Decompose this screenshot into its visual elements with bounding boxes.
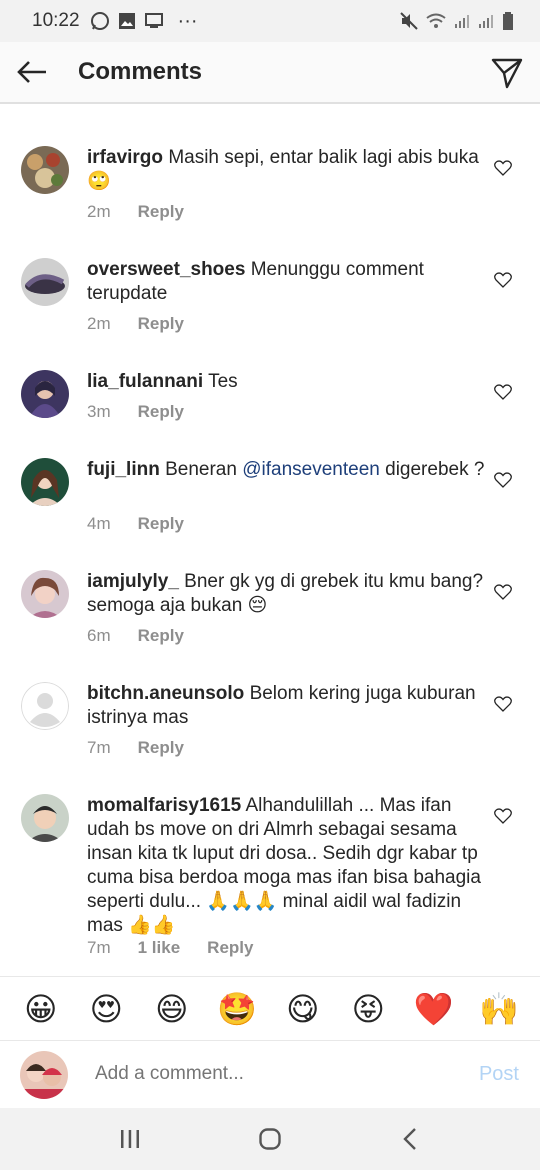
emoji-tongue-button[interactable]: 😝: [348, 990, 388, 1028]
emoji-heart-eyes-button[interactable]: 😍: [86, 990, 126, 1028]
comment-body: oversweet_shoes Menunggu comment terupda…: [87, 258, 487, 306]
chevron-left-icon: [403, 1128, 416, 1150]
like-heart-icon[interactable]: [494, 384, 512, 400]
reply-button[interactable]: Reply: [138, 738, 184, 758]
comment-username[interactable]: fuji_linn: [87, 459, 160, 480]
recent-apps-icon: [121, 1130, 139, 1148]
comment-username[interactable]: iamjulyly_: [87, 571, 179, 592]
comment-username[interactable]: irfavirgo: [87, 147, 163, 168]
page-title: Comments: [78, 58, 203, 85]
arrow-left-icon: [17, 61, 46, 83]
share-button[interactable]: [490, 56, 524, 90]
avatar[interactable]: [21, 794, 69, 842]
comment-username[interactable]: bitchn.aneunsolo: [87, 683, 244, 704]
comment-list[interactable]: irfavirgo Masih sepi, entar balik lagi a…: [0, 106, 540, 976]
screen-icon: [144, 13, 163, 28]
avatar[interactable]: [21, 458, 69, 506]
likes-count[interactable]: 1 like: [138, 938, 181, 958]
emoji-smile-button[interactable]: 😄: [152, 990, 192, 1028]
comment-meta: 6m Reply: [87, 626, 184, 646]
comment-username[interactable]: oversweet_shoes: [87, 259, 245, 280]
comment-meta: 7m 1 like Reply: [87, 938, 253, 958]
status-bar: 10:22 ···: [0, 0, 540, 42]
comment-body: irfavirgo Masih sepi, entar balik lagi a…: [87, 146, 487, 194]
reply-button[interactable]: Reply: [138, 202, 184, 222]
signal-icon: [455, 15, 469, 28]
my-avatar: [20, 1051, 68, 1099]
post-button[interactable]: Post: [479, 1063, 519, 1086]
emoji-red-heart-button[interactable]: ❤️: [414, 990, 454, 1028]
comment-text: Tes: [208, 371, 238, 392]
signal-icon-2: [479, 15, 493, 28]
system-nav-bar: [0, 1108, 540, 1170]
like-heart-icon[interactable]: [494, 696, 512, 712]
comment-time: 3m: [87, 402, 111, 421]
comment-time: 2m: [87, 202, 111, 221]
comment-body: lia_fulannani Tes: [87, 370, 487, 394]
status-time: 10:22: [32, 10, 80, 31]
mute-icon: [400, 12, 418, 30]
comment-username[interactable]: lia_fulannani: [87, 371, 203, 392]
back-nav-button[interactable]: [390, 1119, 430, 1159]
comment-meta: 2m Reply: [87, 202, 184, 222]
comment-meta: 7m Reply: [87, 738, 184, 758]
recent-apps-button[interactable]: [110, 1119, 150, 1159]
mention-link[interactable]: @ifanseventeen: [242, 459, 380, 480]
comment-username[interactable]: momalfarisy1615: [87, 795, 241, 816]
comment-time: 7m: [87, 938, 111, 957]
comments-header: Comments: [0, 42, 540, 104]
gallery-icon: [118, 13, 135, 29]
comment-time: 2m: [87, 314, 111, 333]
emoji-star-struck-button[interactable]: 🤩: [217, 990, 257, 1028]
reply-button[interactable]: Reply: [138, 514, 184, 534]
reply-button[interactable]: Reply: [138, 402, 184, 422]
wifi-icon: [426, 13, 446, 28]
comment-body: iamjulyly_ Bner gk yg di grebek itu kmu …: [87, 570, 487, 618]
comment-time: 4m: [87, 514, 111, 533]
comment-body: momalfarisy1615 Alhandulillah ... Mas if…: [87, 794, 487, 938]
comment-meta: 2m Reply: [87, 314, 184, 334]
comment-text: Alhandulillah ... Mas ifan udah bs move …: [87, 795, 481, 936]
like-heart-icon[interactable]: [494, 272, 512, 288]
avatar[interactable]: [21, 570, 69, 618]
emoji-yum-button[interactable]: 😋: [283, 990, 323, 1028]
like-heart-icon[interactable]: [494, 584, 512, 600]
like-heart-icon[interactable]: [494, 472, 512, 488]
comment-time: 7m: [87, 738, 111, 757]
reply-button[interactable]: Reply: [207, 938, 253, 958]
comment-text-continued: digerebek ?: [385, 459, 485, 480]
avatar[interactable]: [21, 146, 69, 194]
comment-time: 6m: [87, 626, 111, 645]
comment-text: Beneran: [165, 459, 237, 480]
comment-input[interactable]: [95, 1063, 435, 1085]
battery-icon: [503, 12, 513, 30]
more-notifications-icon: ···: [177, 9, 198, 32]
emoji-quick-bar: 😀 😍 😄 🤩 😋 😝 ❤️ 🙌: [0, 976, 540, 1040]
back-button[interactable]: [0, 41, 64, 103]
comment-body: fuji_linn Beneran @ifanseventeen digereb…: [87, 458, 487, 482]
reply-button[interactable]: Reply: [138, 314, 184, 334]
default-avatar[interactable]: [21, 682, 69, 730]
emoji-grinning-button[interactable]: 😀: [21, 990, 61, 1028]
reply-button[interactable]: Reply: [138, 626, 184, 646]
emoji-raised-hands-button[interactable]: 🙌: [479, 990, 519, 1028]
home-button[interactable]: [250, 1119, 290, 1159]
like-heart-icon[interactable]: [494, 808, 512, 824]
comment-body: bitchn.aneunsolo Belom kering juga kubur…: [87, 682, 487, 730]
comment-meta: 4m Reply: [87, 514, 184, 534]
send-icon: [491, 58, 523, 89]
comment-meta: 3m Reply: [87, 402, 184, 422]
like-heart-icon[interactable]: [494, 160, 512, 176]
home-icon: [259, 1128, 281, 1150]
avatar[interactable]: [21, 370, 69, 418]
comment-composer: Post: [0, 1040, 540, 1108]
whatsapp-icon: [90, 12, 109, 30]
avatar[interactable]: [21, 258, 69, 306]
